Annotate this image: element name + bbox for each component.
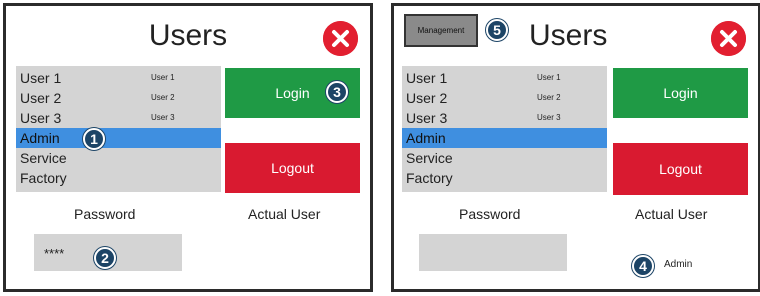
actual-user-label: Actual User xyxy=(635,206,708,222)
user-item-label: User 2 xyxy=(20,90,62,106)
users-panel-left: Users User 1 User 1 User 2 User 2 User 3… xyxy=(3,3,373,292)
user-item-user2[interactable]: User 2 User 2 xyxy=(16,88,221,108)
callout-badge-1: 1 xyxy=(83,128,105,150)
management-button[interactable]: Management xyxy=(404,14,478,47)
user-item-factory[interactable]: Factory xyxy=(16,168,221,188)
user-item-label: Service xyxy=(20,150,67,166)
close-button[interactable] xyxy=(711,21,746,56)
user-item-label: Service xyxy=(406,150,453,166)
user-list: User 1 User 1 User 2 User 2 User 3 User … xyxy=(16,66,221,192)
actual-user-value: Admin xyxy=(664,259,693,270)
close-x-icon xyxy=(711,21,746,56)
actual-user-label: Actual User xyxy=(248,206,321,222)
page-title: Users xyxy=(148,19,228,52)
login-button[interactable]: Login xyxy=(613,68,748,118)
user-item-label: User 2 xyxy=(406,90,448,106)
callout-badge-5: 5 xyxy=(486,19,508,41)
user-item-user1[interactable]: User 1 User 1 xyxy=(16,68,221,88)
users-panel-right: Management 5 Users User 1 User 1 User 2 … xyxy=(391,3,760,292)
logout-button-label: Logout xyxy=(659,161,702,177)
logout-button[interactable]: Logout xyxy=(613,143,748,195)
user-item-label: Factory xyxy=(406,170,453,186)
user-item-user3[interactable]: User 3 User 3 xyxy=(16,108,221,128)
user-item-service[interactable]: Service xyxy=(402,148,607,168)
user-item-label: User 3 xyxy=(406,110,448,126)
user-item-user2[interactable]: User 2 User 2 xyxy=(402,88,607,108)
callout-badge-4: 4 xyxy=(632,255,654,277)
logout-button-label: Logout xyxy=(271,160,314,176)
password-field[interactable] xyxy=(419,234,567,271)
password-value: **** xyxy=(44,246,65,261)
user-item-user3[interactable]: User 3 User 3 xyxy=(402,108,607,128)
user-item-sub: User 2 xyxy=(537,93,561,102)
callout-badge-3: 3 xyxy=(326,81,348,103)
password-label: Password xyxy=(459,206,521,222)
user-item-label: User 1 xyxy=(406,70,448,86)
user-item-admin[interactable]: Admin xyxy=(16,128,221,148)
user-item-factory[interactable]: Factory xyxy=(402,168,607,188)
user-item-service[interactable]: Service xyxy=(16,148,221,168)
login-button-label: Login xyxy=(663,85,698,101)
logout-button[interactable]: Logout xyxy=(225,143,360,193)
user-item-label: Admin xyxy=(20,130,60,146)
user-item-label: User 1 xyxy=(20,70,62,86)
user-item-sub: User 1 xyxy=(537,73,561,82)
user-item-sub: User 2 xyxy=(151,93,175,102)
close-x-icon xyxy=(323,21,358,56)
close-button[interactable] xyxy=(323,21,358,56)
user-item-sub: User 1 xyxy=(151,73,175,82)
password-label: Password xyxy=(74,206,136,222)
user-item-user1[interactable]: User 1 User 1 xyxy=(402,68,607,88)
login-button-label: Login xyxy=(275,85,310,101)
user-item-admin[interactable]: Admin xyxy=(402,128,607,148)
page-title: Users xyxy=(529,19,608,52)
callout-badge-2: 2 xyxy=(94,247,116,269)
user-item-label: Factory xyxy=(20,170,67,186)
user-item-sub: User 3 xyxy=(151,113,175,122)
user-item-label: User 3 xyxy=(20,110,62,126)
user-item-sub: User 3 xyxy=(537,113,561,122)
user-list: User 1 User 1 User 2 User 2 User 3 User … xyxy=(402,66,607,192)
user-item-label: Admin xyxy=(406,130,446,146)
